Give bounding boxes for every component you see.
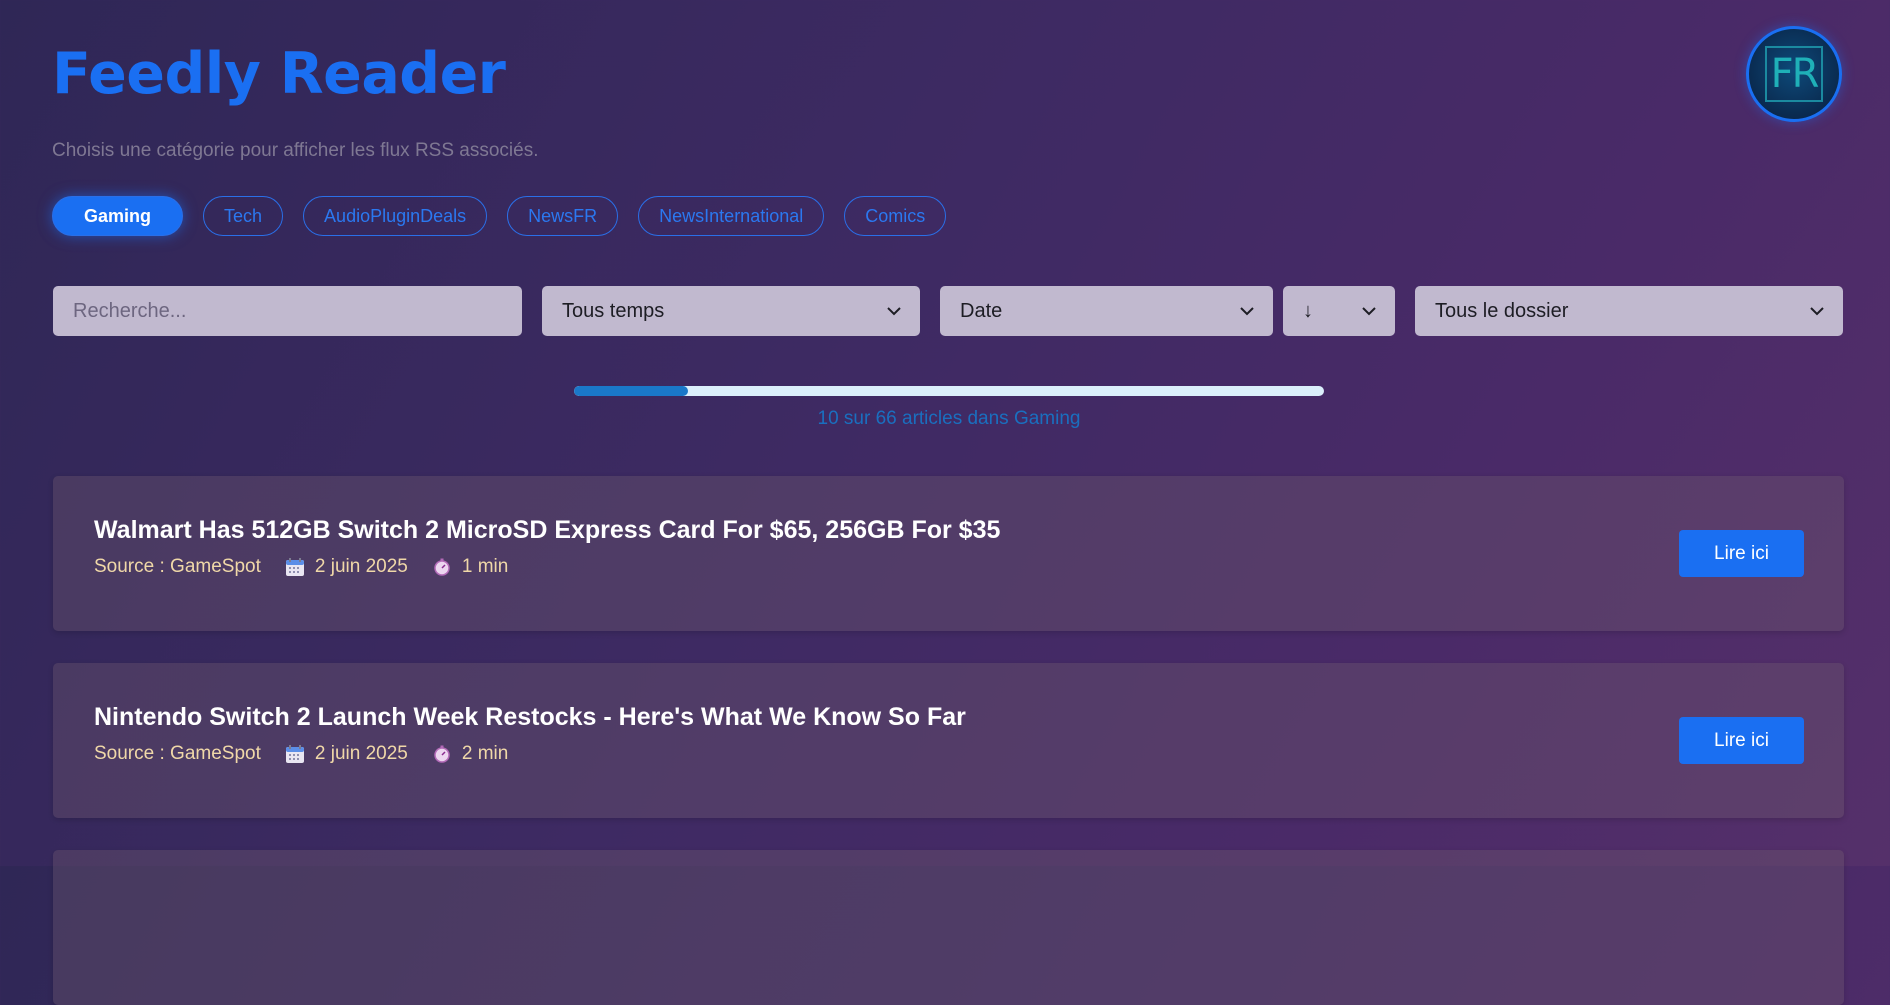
- sort-order-select[interactable]: ↓: [1283, 286, 1395, 336]
- tab-tech[interactable]: Tech: [203, 196, 284, 236]
- article-date-group: 2 juin 2025: [285, 743, 408, 765]
- article-source: Source : GameSpot: [94, 556, 261, 577]
- article-source: Source : GameSpot: [94, 743, 261, 764]
- article-title[interactable]: Nintendo Switch 2 Launch Week Restocks -…: [94, 703, 966, 732]
- read-here-button[interactable]: Lire ici: [1679, 530, 1804, 577]
- app-title: Feedly Reader: [52, 41, 506, 107]
- article-date: 2 juin 2025: [314, 556, 408, 577]
- sort-field-value: Date: [960, 299, 1003, 322]
- progress-text: 10 sur 66 articles dans Gaming: [817, 408, 1081, 429]
- app-header: Feedly Reader: [52, 38, 506, 110]
- chevron-down-icon: [887, 307, 901, 316]
- read-here-button[interactable]: Lire ici: [1679, 717, 1804, 764]
- tab-newsinternational[interactable]: NewsInternational: [638, 196, 825, 236]
- stopwatch-icon: [434, 745, 450, 763]
- time-filter-select[interactable]: Tous temps: [542, 286, 920, 336]
- tab-audioplugindeals[interactable]: AudioPluginDeals: [303, 196, 488, 236]
- tab-comics[interactable]: Comics: [844, 196, 947, 236]
- calendar-icon: [285, 745, 304, 763]
- progress-bar: [574, 386, 1324, 396]
- sort-field-select[interactable]: Date: [940, 286, 1273, 336]
- tab-newsfr[interactable]: NewsFR: [507, 196, 619, 236]
- chevron-down-icon: [1810, 307, 1824, 316]
- article-title[interactable]: Walmart Has 512GB Switch 2 MicroSD Expre…: [94, 516, 1000, 545]
- time-filter-value: Tous temps: [562, 299, 665, 322]
- stopwatch-icon: [434, 558, 450, 576]
- app-subtitle: Choisis une catégorie pour afficher les …: [52, 140, 539, 161]
- progress-fill: [574, 386, 688, 396]
- article-readtime-group: 2 min: [432, 743, 508, 765]
- article-date-group: 2 juin 2025: [285, 556, 408, 578]
- article-readtime-group: 1 min: [432, 556, 508, 578]
- article-card: Nintendo Switch 2 Launch Week Restocks -…: [53, 663, 1844, 818]
- chevron-down-icon: [1240, 307, 1254, 316]
- app-logo[interactable]: FR: [1746, 26, 1842, 122]
- article-card: Walmart Has 512GB Switch 2 MicroSD Expre…: [53, 476, 1844, 631]
- category-tabs: Gaming Tech AudioPluginDeals NewsFR News…: [52, 196, 947, 236]
- calendar-icon: [285, 558, 304, 576]
- sort-order-value: ↓: [1303, 299, 1313, 322]
- chevron-down-icon: [1362, 307, 1376, 316]
- folder-select[interactable]: Tous le dossier: [1415, 286, 1843, 336]
- article-readtime: 2 min: [461, 743, 509, 764]
- article-card: [53, 850, 1844, 1005]
- article-date: 2 juin 2025: [314, 743, 408, 764]
- folder-value: Tous le dossier: [1435, 299, 1569, 322]
- tab-gaming[interactable]: Gaming: [52, 196, 184, 236]
- search-placeholder: Recherche...: [73, 299, 187, 322]
- article-readtime: 1 min: [461, 556, 509, 577]
- article-meta: Source : GameSpot 2 juin 2025 2 min: [94, 743, 508, 765]
- logo-text: FR: [1765, 46, 1823, 102]
- search-input[interactable]: Recherche...: [53, 286, 522, 336]
- article-meta: Source : GameSpot 2 juin 2025 1 min: [94, 556, 508, 578]
